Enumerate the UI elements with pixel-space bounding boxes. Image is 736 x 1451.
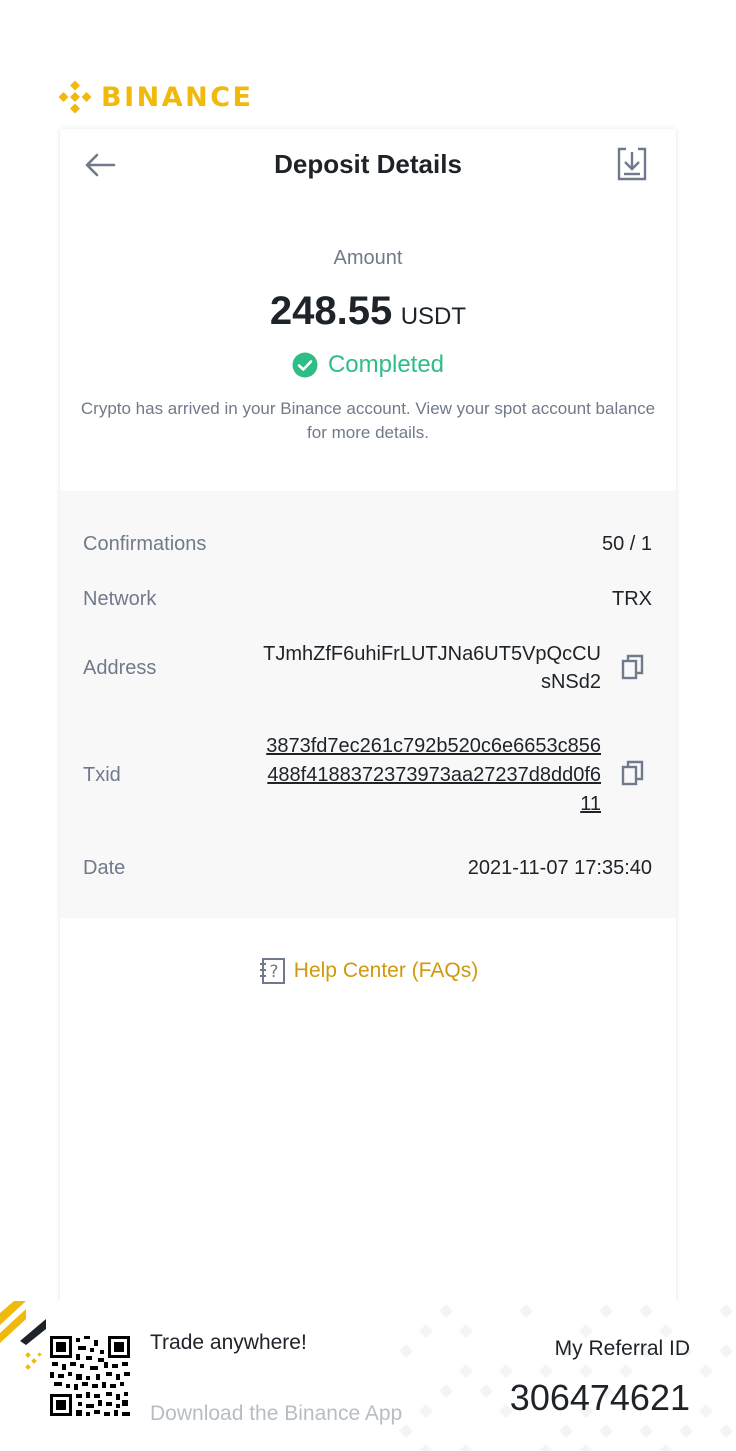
check-circle-icon [292,352,318,378]
page-header: Deposit Details [60,129,676,201]
brand-name: BINANCE [101,82,253,113]
confirmations-label: Confirmations [83,533,206,556]
copy-address-button[interactable] [620,653,646,681]
confirmations-value: 50 / 1 [602,533,652,556]
address-label: Address [83,657,156,680]
details-panel: Confirmations 50 / 1 Network TRX Address… [60,491,676,918]
date-label: Date [83,857,125,880]
help-center-label: Help Center (FAQs) [294,959,478,983]
txid-label: Txid [83,764,121,787]
page-title: Deposit Details [60,149,676,180]
help-question-icon: ? [258,957,286,985]
amount-label: Amount [60,247,676,270]
binance-logo-icon [57,79,93,115]
amount-value: 248.55 [270,289,392,333]
status-text: Completed [328,351,444,379]
download-icon [617,147,647,181]
status-row: Completed [60,351,676,379]
help-center-link[interactable]: ? Help Center (FAQs) [60,957,676,985]
status-description: Crypto has arrived in your Binance accou… [80,397,656,445]
copy-txid-button[interactable] [620,759,646,787]
trade-anywhere-text: Trade anywhere! [150,1331,307,1355]
amount-unit: USDT [401,303,466,330]
date-value: 2021-11-07 17:35:40 [468,857,652,880]
deposit-details-card: Deposit Details Amount 248.55 USDT Compl… [60,129,676,1309]
download-button[interactable] [614,145,650,183]
svg-text:?: ? [269,962,278,982]
network-label: Network [83,588,156,611]
copy-icon [621,760,645,786]
referral-id: 306474621 [510,1377,690,1419]
referral-footer: Trade anywhere! Download the Binance App… [0,1301,736,1451]
referral-label: My Referral ID [555,1337,690,1361]
brand-header: BINANCE [57,78,253,116]
footer-pattern-decoration [396,1301,736,1451]
qr-code-icon [50,1336,130,1416]
amount-row: 248.55 USDT [60,289,676,334]
stripe-decoration [0,1301,50,1381]
network-value: TRX [612,588,652,611]
download-app-text: Download the Binance App [150,1402,402,1426]
address-value: TJmhZfF6uhiFrLUTJNa6UT5VpQcCUsNSd2 [261,640,601,696]
txid-link[interactable]: 3873fd7ec261c792b520c6e6653c856488f41883… [261,732,601,819]
copy-icon [621,654,645,680]
